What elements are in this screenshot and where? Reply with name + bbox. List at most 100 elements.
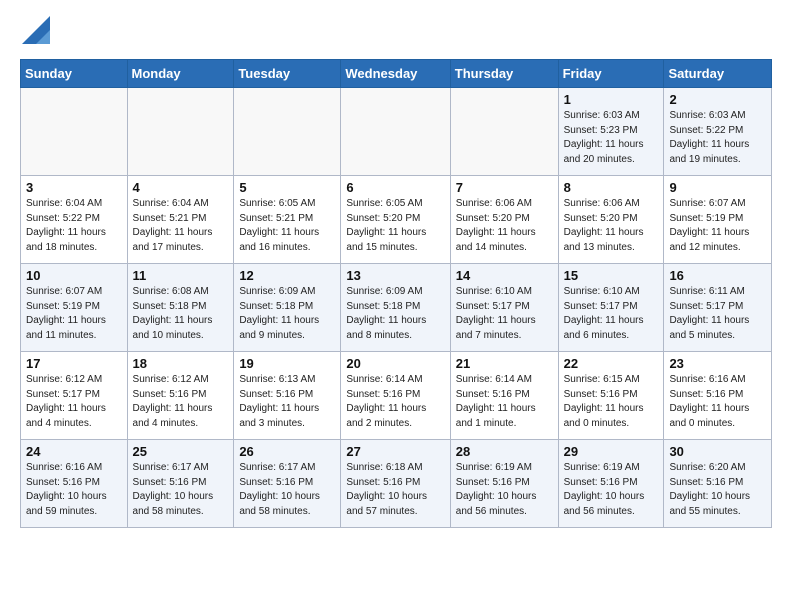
calendar-day-9: 9Sunrise: 6:07 AM Sunset: 5:19 PM Daylig… bbox=[664, 176, 772, 264]
page: SundayMondayTuesdayWednesdayThursdayFrid… bbox=[0, 0, 792, 544]
day-number: 14 bbox=[456, 268, 553, 283]
calendar-empty-cell bbox=[234, 88, 341, 176]
calendar-week-2: 10 Sunrise: 6:07 AM Sunset: 5:19 PM Dayli… bbox=[21, 264, 772, 352]
day-info: Sunrise: 6:08 AM Sunset: 5:18 PM Dayligh… bbox=[133, 285, 229, 343]
day-number: 21 bbox=[456, 356, 553, 371]
calendar-empty-cell bbox=[450, 88, 558, 176]
calendar-day-11: 11 Sunrise: 6:08 AM Sunset: 5:18 PM Dayli… bbox=[127, 264, 234, 352]
day-number: 22 bbox=[564, 356, 659, 371]
day-number: 19 bbox=[239, 356, 335, 371]
calendar-empty-cell bbox=[127, 88, 234, 176]
calendar-dow-tuesday: Tuesday bbox=[234, 60, 341, 88]
calendar-day-24: 24Sunrise: 6:16 AM Sunset: 5:16 PM Dayli… bbox=[21, 440, 128, 528]
day-info: Sunrise: 6:14 AM Sunset: 5:16 PM Dayligh… bbox=[456, 373, 553, 431]
day-info: Sunrise: 6:16 AM Sunset: 5:16 PM Dayligh… bbox=[669, 373, 766, 431]
calendar-day-17: 17 Sunrise: 6:12 AM Sunset: 5:17 PM Dayli… bbox=[21, 352, 128, 440]
calendar-day-19: 19 Sunrise: 6:13 AM Sunset: 5:16 PM Dayli… bbox=[234, 352, 341, 440]
day-number: 11 bbox=[133, 268, 229, 283]
day-number: 8 bbox=[564, 180, 659, 195]
calendar-day-29: 29 Sunrise: 6:19 AM Sunset: 5:16 PM Dayli… bbox=[558, 440, 664, 528]
calendar-day-16: 16 Sunrise: 6:11 AM Sunset: 5:17 PM Dayli… bbox=[664, 264, 772, 352]
calendar-day-8: 8 Sunrise: 6:06 AM Sunset: 5:20 PM Daylig… bbox=[558, 176, 664, 264]
calendar-day-10: 10 Sunrise: 6:07 AM Sunset: 5:19 PM Dayli… bbox=[21, 264, 128, 352]
calendar-header-row: SundayMondayTuesdayWednesdayThursdayFrid… bbox=[21, 60, 772, 88]
day-info: Sunrise: 6:06 AM Sunset: 5:20 PM Dayligh… bbox=[564, 197, 659, 255]
calendar-day-28: 28Sunrise: 6:19 AM Sunset: 5:16 PM Dayli… bbox=[450, 440, 558, 528]
calendar-week-0: 1 Sunrise: 6:03 AM Sunset: 5:23 PM Daylig… bbox=[21, 88, 772, 176]
day-number: 20 bbox=[346, 356, 444, 371]
calendar-day-20: 20Sunrise: 6:14 AM Sunset: 5:16 PM Dayli… bbox=[341, 352, 450, 440]
calendar-day-14: 14Sunrise: 6:10 AM Sunset: 5:17 PM Dayli… bbox=[450, 264, 558, 352]
calendar-day-3: 3 Sunrise: 6:04 AM Sunset: 5:22 PM Daylig… bbox=[21, 176, 128, 264]
day-info: Sunrise: 6:05 AM Sunset: 5:21 PM Dayligh… bbox=[239, 197, 335, 255]
calendar-day-2: 2Sunrise: 6:03 AM Sunset: 5:22 PM Daylig… bbox=[664, 88, 772, 176]
calendar-day-18: 18Sunrise: 6:12 AM Sunset: 5:16 PM Dayli… bbox=[127, 352, 234, 440]
calendar-day-4: 4 Sunrise: 6:04 AM Sunset: 5:21 PM Daylig… bbox=[127, 176, 234, 264]
day-number: 27 bbox=[346, 444, 444, 459]
calendar-day-15: 15Sunrise: 6:10 AM Sunset: 5:17 PM Dayli… bbox=[558, 264, 664, 352]
calendar-dow-wednesday: Wednesday bbox=[341, 60, 450, 88]
calendar-day-27: 27 Sunrise: 6:18 AM Sunset: 5:16 PM Dayli… bbox=[341, 440, 450, 528]
logo-icon bbox=[22, 16, 50, 44]
calendar-day-6: 6Sunrise: 6:05 AM Sunset: 5:20 PM Daylig… bbox=[341, 176, 450, 264]
day-number: 26 bbox=[239, 444, 335, 459]
day-number: 3 bbox=[26, 180, 122, 195]
day-number: 9 bbox=[669, 180, 766, 195]
day-info: Sunrise: 6:06 AM Sunset: 5:20 PM Dayligh… bbox=[456, 197, 553, 255]
day-number: 25 bbox=[133, 444, 229, 459]
header bbox=[20, 16, 772, 49]
calendar-day-13: 13 Sunrise: 6:09 AM Sunset: 5:18 PM Dayli… bbox=[341, 264, 450, 352]
day-info: Sunrise: 6:04 AM Sunset: 5:21 PM Dayligh… bbox=[133, 197, 229, 255]
day-info: Sunrise: 6:20 AM Sunset: 5:16 PM Dayligh… bbox=[669, 461, 766, 519]
day-number: 30 bbox=[669, 444, 766, 459]
day-info: Sunrise: 6:19 AM Sunset: 5:16 PM Dayligh… bbox=[564, 461, 659, 519]
calendar-day-5: 5 Sunrise: 6:05 AM Sunset: 5:21 PM Daylig… bbox=[234, 176, 341, 264]
calendar-day-30: 30 Sunrise: 6:20 AM Sunset: 5:16 PM Dayli… bbox=[664, 440, 772, 528]
calendar-week-4: 24Sunrise: 6:16 AM Sunset: 5:16 PM Dayli… bbox=[21, 440, 772, 528]
day-number: 10 bbox=[26, 268, 122, 283]
calendar-week-1: 3 Sunrise: 6:04 AM Sunset: 5:22 PM Daylig… bbox=[21, 176, 772, 264]
day-number: 17 bbox=[26, 356, 122, 371]
day-number: 7 bbox=[456, 180, 553, 195]
calendar-day-26: 26 Sunrise: 6:17 AM Sunset: 5:16 PM Dayli… bbox=[234, 440, 341, 528]
day-number: 16 bbox=[669, 268, 766, 283]
day-info: Sunrise: 6:15 AM Sunset: 5:16 PM Dayligh… bbox=[564, 373, 659, 431]
calendar-empty-cell bbox=[21, 88, 128, 176]
day-info: Sunrise: 6:03 AM Sunset: 5:23 PM Dayligh… bbox=[564, 109, 659, 167]
calendar-day-7: 7 Sunrise: 6:06 AM Sunset: 5:20 PM Daylig… bbox=[450, 176, 558, 264]
calendar-dow-sunday: Sunday bbox=[21, 60, 128, 88]
calendar-day-21: 21 Sunrise: 6:14 AM Sunset: 5:16 PM Dayli… bbox=[450, 352, 558, 440]
day-info: Sunrise: 6:17 AM Sunset: 5:16 PM Dayligh… bbox=[239, 461, 335, 519]
day-number: 1 bbox=[564, 92, 659, 107]
day-info: Sunrise: 6:18 AM Sunset: 5:16 PM Dayligh… bbox=[346, 461, 444, 519]
day-number: 6 bbox=[346, 180, 444, 195]
day-number: 23 bbox=[669, 356, 766, 371]
day-info: Sunrise: 6:12 AM Sunset: 5:17 PM Dayligh… bbox=[26, 373, 122, 431]
logo bbox=[20, 16, 50, 49]
day-number: 13 bbox=[346, 268, 444, 283]
calendar-table: SundayMondayTuesdayWednesdayThursdayFrid… bbox=[20, 59, 772, 528]
calendar-dow-saturday: Saturday bbox=[664, 60, 772, 88]
day-info: Sunrise: 6:16 AM Sunset: 5:16 PM Dayligh… bbox=[26, 461, 122, 519]
calendar-dow-friday: Friday bbox=[558, 60, 664, 88]
day-info: Sunrise: 6:11 AM Sunset: 5:17 PM Dayligh… bbox=[669, 285, 766, 343]
day-info: Sunrise: 6:04 AM Sunset: 5:22 PM Dayligh… bbox=[26, 197, 122, 255]
calendar-day-12: 12Sunrise: 6:09 AM Sunset: 5:18 PM Dayli… bbox=[234, 264, 341, 352]
day-info: Sunrise: 6:17 AM Sunset: 5:16 PM Dayligh… bbox=[133, 461, 229, 519]
day-number: 12 bbox=[239, 268, 335, 283]
day-number: 5 bbox=[239, 180, 335, 195]
calendar-day-23: 23 Sunrise: 6:16 AM Sunset: 5:16 PM Dayli… bbox=[664, 352, 772, 440]
calendar-dow-thursday: Thursday bbox=[450, 60, 558, 88]
calendar-day-1: 1 Sunrise: 6:03 AM Sunset: 5:23 PM Daylig… bbox=[558, 88, 664, 176]
day-info: Sunrise: 6:09 AM Sunset: 5:18 PM Dayligh… bbox=[346, 285, 444, 343]
calendar-empty-cell bbox=[341, 88, 450, 176]
day-info: Sunrise: 6:13 AM Sunset: 5:16 PM Dayligh… bbox=[239, 373, 335, 431]
calendar-dow-monday: Monday bbox=[127, 60, 234, 88]
day-number: 4 bbox=[133, 180, 229, 195]
day-number: 2 bbox=[669, 92, 766, 107]
calendar-day-25: 25 Sunrise: 6:17 AM Sunset: 5:16 PM Dayli… bbox=[127, 440, 234, 528]
day-number: 15 bbox=[564, 268, 659, 283]
day-number: 18 bbox=[133, 356, 229, 371]
day-number: 29 bbox=[564, 444, 659, 459]
day-info: Sunrise: 6:07 AM Sunset: 5:19 PM Dayligh… bbox=[26, 285, 122, 343]
